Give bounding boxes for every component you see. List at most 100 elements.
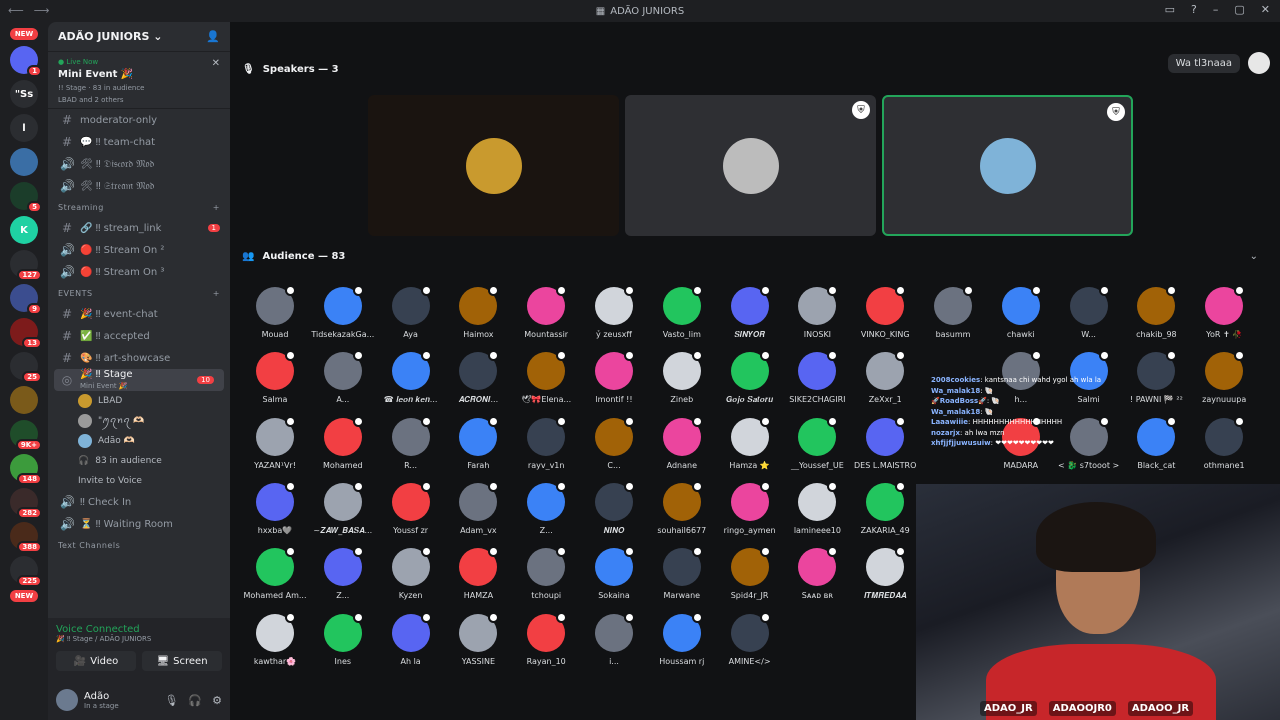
audience-member[interactable]: AMINE</> bbox=[716, 611, 784, 679]
audience-member[interactable]: Mouad bbox=[241, 285, 309, 352]
audience-member[interactable]: 𝑵𝑰𝑵𝑶 bbox=[580, 480, 648, 548]
audience-member[interactable]: Sᴀᴀᴅ ʙʀ bbox=[783, 546, 851, 613]
add-member-icon[interactable]: 👤 bbox=[206, 30, 220, 43]
audience-member[interactable]: 𝑰𝑻𝑴𝑹𝑬𝑫𝑨𝑨 bbox=[851, 546, 919, 613]
status-pill[interactable]: Wa tl3naaa bbox=[1167, 53, 1240, 73]
audience-member[interactable]: DES L.MAISTRO bbox=[851, 415, 919, 483]
audience-member[interactable]: W... bbox=[1055, 285, 1123, 352]
audience-member[interactable]: souhail6677 bbox=[648, 480, 716, 548]
audience-member[interactable]: YASSINE bbox=[444, 611, 512, 679]
audience-member[interactable]: 𝑮𝒐𝒋𝒐 𝑺𝒂𝒕𝒐𝒓𝒖 bbox=[716, 350, 784, 417]
avatar[interactable] bbox=[56, 689, 78, 711]
audience-member[interactable]: ~𝒁𝑨𝑾_𝑩𝑨𝑺𝑨... bbox=[309, 480, 377, 548]
audience-member[interactable]: Salma bbox=[241, 350, 309, 417]
server-icon[interactable]: "Ss bbox=[10, 80, 38, 108]
audience-member[interactable]: __Youssef_UE bbox=[783, 415, 851, 483]
audience-member[interactable]: Vasto_lim bbox=[648, 285, 716, 352]
speaker-tile[interactable] bbox=[368, 95, 619, 236]
category-events[interactable]: EVENTS + bbox=[48, 283, 230, 303]
audience-member[interactable]: tchoupi bbox=[512, 546, 580, 613]
audience-member[interactable]: Houssam rj bbox=[648, 611, 716, 679]
audience-member[interactable]: A... bbox=[309, 350, 377, 417]
close-icon[interactable]: ✕ bbox=[212, 58, 220, 69]
audience-member[interactable]: 𝑺𝑰𝑵𝒀𝑶𝑹 bbox=[716, 285, 784, 352]
channel-item[interactable]: 🔊 🛠 ‼ 𝔇𝔦𝔰𝔠𝔬𝔯𝔡 𝔐𝔬𝔡 bbox=[48, 153, 230, 175]
audience-member[interactable]: Youssf zr bbox=[377, 480, 445, 548]
audience-member[interactable]: Aya bbox=[377, 285, 445, 352]
forward-arrow-icon[interactable]: ⟶ bbox=[34, 4, 50, 17]
audience-member[interactable]: YoR ✝ 🥀 bbox=[1190, 285, 1258, 352]
audience-member[interactable]: VINKO_KING bbox=[851, 285, 919, 352]
back-arrow-icon[interactable]: ⟵ bbox=[8, 4, 24, 17]
channel-item[interactable]: # 🎨 ‼ art-showcase bbox=[48, 347, 230, 369]
audience-member[interactable]: HAMZA bbox=[444, 546, 512, 613]
server-icon[interactable]: 13 bbox=[10, 318, 42, 349]
audience-member[interactable]: R... bbox=[377, 415, 445, 483]
audience-member[interactable]: INOSKI bbox=[783, 285, 851, 352]
audience-member[interactable]: Zineb bbox=[648, 350, 716, 417]
audience-member[interactable]: Adnane bbox=[648, 415, 716, 483]
inbox-icon[interactable]: ▭ bbox=[1165, 3, 1175, 16]
minimize-icon[interactable]: – bbox=[1213, 3, 1219, 16]
audience-member[interactable]: lamineee10 bbox=[783, 480, 851, 548]
audience-member[interactable]: chawki bbox=[987, 285, 1055, 352]
category-streaming[interactable]: Streaming + bbox=[48, 197, 230, 217]
headphones-icon[interactable]: 🎧 bbox=[188, 694, 202, 707]
audience-member[interactable]: chakib_98 bbox=[1122, 285, 1190, 352]
audience-member[interactable]: Adam_vx bbox=[444, 480, 512, 548]
audience-member[interactable]: Mohamed bbox=[309, 415, 377, 483]
audience-member[interactable]: Mountassir bbox=[512, 285, 580, 352]
server-icon[interactable]: 388 bbox=[10, 522, 42, 553]
microphone-icon[interactable]: 🎙 bbox=[164, 694, 178, 707]
audience-member[interactable]: ZAKARIA_49 bbox=[851, 480, 919, 548]
server-icon[interactable]: 225 bbox=[10, 556, 42, 587]
audience-member[interactable]: lmontif !! bbox=[580, 350, 648, 417]
audience-member[interactable]: ZeXxr_1 bbox=[851, 350, 919, 417]
channel-item[interactable]: # ✅ ‼ accepted bbox=[48, 325, 230, 347]
gear-icon[interactable]: ⚙ bbox=[212, 694, 222, 707]
voice-location[interactable]: 🎉 ‼ Stage / ADÃO JUNIORS bbox=[56, 635, 222, 643]
audience-member[interactable]: TidsekazakGa... bbox=[309, 285, 377, 352]
audience-member[interactable]: Marwane bbox=[648, 546, 716, 613]
server-icon[interactable]: 9K+ bbox=[10, 420, 42, 451]
server-icon[interactable]: 1 bbox=[10, 46, 42, 77]
category-text-channels[interactable]: Text Channels bbox=[48, 535, 230, 555]
speaker-tile[interactable]: ⛨ bbox=[882, 95, 1133, 236]
maximize-icon[interactable]: ▢ bbox=[1234, 3, 1244, 16]
server-icon[interactable]: 148 bbox=[10, 454, 42, 485]
server-icon[interactable]: l bbox=[10, 114, 38, 142]
audience-member[interactable]: Mohamed Am... bbox=[241, 546, 309, 613]
server-icon[interactable]: 9 bbox=[10, 284, 42, 315]
stage-user[interactable]: LBAD bbox=[48, 391, 230, 411]
channel-item[interactable]: # 💬 ‼ team-chat bbox=[48, 131, 230, 153]
audience-member[interactable]: Z... bbox=[309, 546, 377, 613]
channel-item[interactable]: 🔊 🔴 ‼ Stream On ² bbox=[48, 239, 230, 261]
audience-member[interactable]: Rayan_10 bbox=[512, 611, 580, 679]
server-icon[interactable]: 127 bbox=[10, 250, 42, 281]
audience-member[interactable]: Farah bbox=[444, 415, 512, 483]
audience-member[interactable]: Sokaina bbox=[580, 546, 648, 613]
channel-item[interactable]: 🔊 🛠 ‼ 𝔖𝔱𝔯𝔢𝔞𝔪 𝔐𝔬𝔡 bbox=[48, 175, 230, 197]
channel-item[interactable]: 🔊 🔴 ‼ Stream On ³ bbox=[48, 261, 230, 283]
audience-member[interactable]: YAZAN¹Vr! bbox=[241, 415, 309, 483]
audience-member[interactable]: Ines bbox=[309, 611, 377, 679]
avatar[interactable] bbox=[1248, 52, 1270, 74]
audience-member[interactable]: 🕊🎀Elena... bbox=[512, 350, 580, 417]
channel-item[interactable]: # 🎉 ‼ event-chat bbox=[48, 303, 230, 325]
chevron-down-icon[interactable]: ⌄ bbox=[1250, 251, 1258, 262]
speaker-tile[interactable]: ⛨ bbox=[625, 95, 876, 236]
server-icon[interactable] bbox=[10, 386, 38, 414]
server-icon[interactable]: K bbox=[10, 216, 38, 244]
audience-member[interactable]: SIKE2CHAGIRI bbox=[783, 350, 851, 417]
audience-member[interactable]: Hamza ⭐ bbox=[716, 415, 784, 483]
server-icon[interactable] bbox=[10, 148, 38, 176]
audience-member[interactable]: C... bbox=[580, 415, 648, 483]
video-button[interactable]: 🎥 Video bbox=[56, 651, 136, 671]
audience-member[interactable]: ringo_aymen bbox=[716, 480, 784, 548]
channel-item[interactable]: 🔊 ⏳ ‼ Waiting Room bbox=[48, 513, 230, 535]
add-channel-icon[interactable]: + bbox=[213, 289, 220, 298]
audience-member[interactable]: basumm bbox=[919, 285, 987, 352]
stage-user[interactable]: Adão 🫶🏻 bbox=[48, 431, 230, 451]
audience-member[interactable]: rayv_v1n bbox=[512, 415, 580, 483]
server-icon[interactable]: 282 bbox=[10, 488, 42, 519]
